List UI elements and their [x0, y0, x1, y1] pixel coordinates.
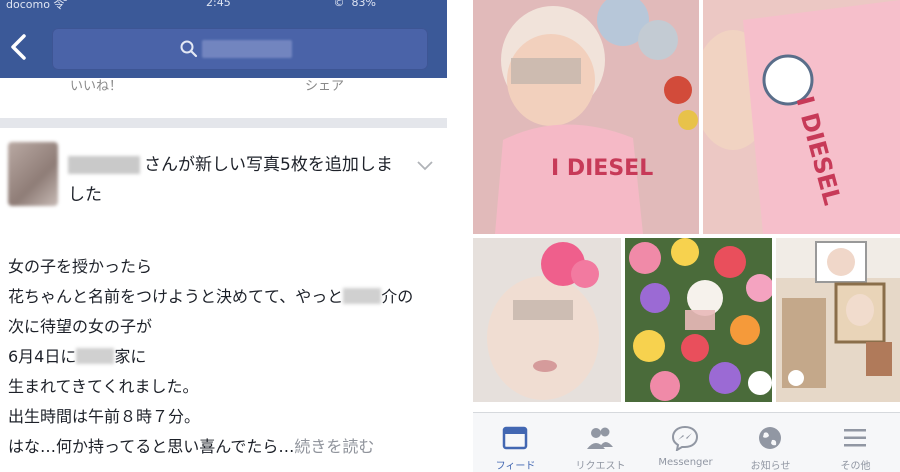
bottom-tab-bar: フィード リクエスト Messenger お知らせ その他	[473, 412, 900, 472]
tab-notifications[interactable]: お知らせ	[728, 413, 813, 472]
flowers-image	[625, 238, 772, 402]
post-line: 6月4日に 家に	[8, 342, 438, 372]
photo-5[interactable]	[776, 238, 900, 402]
tab-label: フィード	[495, 461, 536, 472]
tab-label: お知らせ	[750, 461, 791, 472]
post-line-text: 6月4日に	[8, 347, 77, 366]
memorial-image	[776, 238, 900, 402]
redacted-surname	[76, 348, 115, 364]
post-line-text: 介の	[381, 287, 414, 306]
clock-label: 2:45	[206, 0, 231, 9]
tab-label: その他	[840, 461, 871, 472]
chevron-down-icon[interactable]	[416, 160, 434, 172]
post-line: 花ちゃんと名前をつけようと決めてて、やっと 介の	[8, 282, 438, 312]
status-bar: docomo 令 ̄ 2:45 ́ © ́ 83%	[0, 0, 447, 12]
tab-label: リクエスト	[575, 461, 626, 472]
search-icon	[180, 40, 198, 58]
photo-3[interactable]	[473, 238, 621, 402]
top-nav-bar	[0, 12, 447, 78]
shirt-text: I DIESEL	[551, 156, 653, 181]
baby-closeup-image: I DIESEL	[703, 0, 900, 234]
menu-icon	[844, 429, 866, 447]
baby-headband-image	[473, 238, 621, 402]
avatar[interactable]	[8, 142, 58, 206]
post-line: 生まれてきてくれました。	[8, 377, 199, 396]
post-line-text: 花ちゃんと名前をつけようと決めてて、やっと	[8, 287, 344, 306]
globe-icon	[759, 427, 781, 449]
share-button[interactable]: シェア	[305, 75, 344, 94]
post-line: 出生時間は午前８時７分。	[8, 407, 201, 426]
tab-feed[interactable]: フィード	[473, 413, 558, 472]
tab-label: Messenger	[658, 457, 713, 468]
back-arrow-icon[interactable]	[8, 34, 30, 60]
post-line: 次に待望の女の子が	[8, 317, 153, 336]
photo-1[interactable]: I DIESEL	[473, 0, 699, 234]
search-query-redacted	[202, 40, 292, 58]
feed-icon	[502, 426, 528, 450]
photo-4[interactable]	[625, 238, 772, 402]
post-line: 女の子を授かったら	[8, 257, 153, 276]
photo-2[interactable]: I DIESEL	[703, 0, 900, 234]
messenger-icon	[671, 425, 699, 451]
feed-post: さんが新しい写真5枚を追加しました 女の子を授かったら 花ちゃんと名前をつけよう…	[0, 128, 447, 472]
previous-post-actions: いいね！ シェア	[0, 78, 447, 98]
facebook-post-screen: docomo 令 ̄ 2:45 ́ © ́ 83% いいね！ シェア さんが新し…	[0, 0, 447, 472]
post-line-text: 家に	[114, 347, 147, 366]
tab-messenger[interactable]: Messenger	[643, 413, 728, 472]
tab-more[interactable]: その他	[813, 413, 898, 472]
redacted-name	[343, 288, 382, 304]
see-more-link[interactable]: 続きを読む	[294, 437, 374, 456]
photo-grid-screen: I DIESEL I DIESEL フィード リクエスト Messenger お…	[473, 0, 900, 472]
post-line-text: はな…何か持ってると思い喜んでたら…	[8, 437, 295, 456]
baby-photo-image: I DIESEL	[473, 0, 699, 234]
feed-divider	[0, 118, 447, 128]
post-body: 女の子を授かったら 花ちゃんと名前をつけようと決めてて、やっと 介の 次に待望の女…	[8, 252, 438, 462]
friend-requests-icon	[587, 427, 613, 449]
carrier-label: docomo 令 ̄	[6, 0, 68, 11]
search-input[interactable]	[52, 28, 428, 70]
battery-label: ́ © ́ 83%	[330, 0, 376, 9]
post-line: はな…何か持ってると思い喜んでたら…続きを読む	[8, 432, 438, 462]
post-header-text: さんが新しい写真5枚を追加しました	[68, 155, 393, 205]
like-button[interactable]: いいね！	[70, 75, 122, 94]
tab-requests[interactable]: リクエスト	[558, 413, 643, 472]
